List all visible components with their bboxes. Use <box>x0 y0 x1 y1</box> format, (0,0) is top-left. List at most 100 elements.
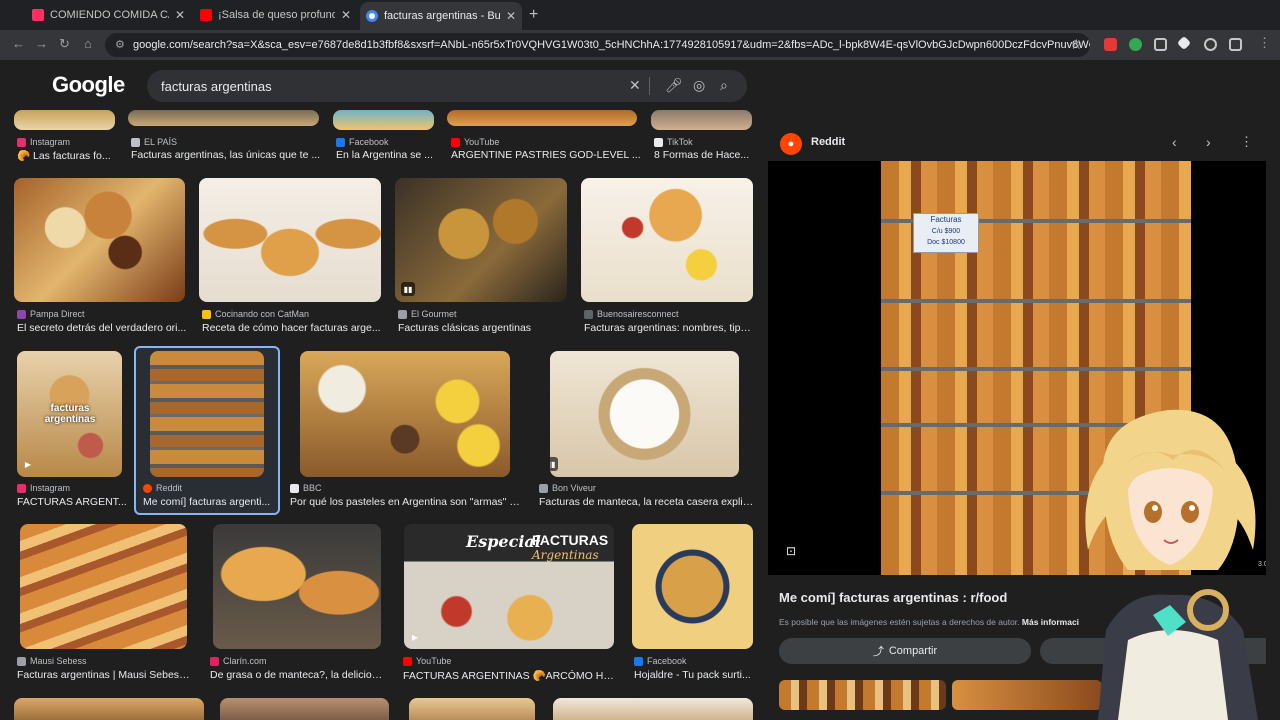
result-image[interactable] <box>651 110 752 130</box>
divider <box>649 77 650 95</box>
result-title[interactable]: Facturas de manteca, la receta casera ex… <box>539 496 754 508</box>
result-image[interactable]: facturas argentinas ▶ <box>17 351 122 477</box>
result-source: YouTube <box>403 656 618 666</box>
result-image[interactable] <box>447 110 637 126</box>
shield-icon[interactable] <box>1129 38 1142 51</box>
home-icon[interactable]: ⌂ <box>84 36 92 51</box>
result-image[interactable] <box>213 524 381 649</box>
result-image[interactable]: ▮▮ <box>395 178 567 302</box>
browser-toolbar: ← → ↻ ⌂ ⚙ google.com/search?sa=X&sca_esv… <box>0 30 1280 60</box>
result-image[interactable] <box>333 110 434 130</box>
result-title[interactable]: Facturas argentinas, las únicas que te .… <box>131 149 321 161</box>
result-image[interactable] <box>20 524 187 649</box>
more-icon[interactable]: ⋮ <box>1258 35 1271 51</box>
google-logo[interactable]: Google <box>52 72 125 98</box>
facebook-icon <box>336 137 345 147</box>
forward-icon[interactable]: → <box>35 36 48 51</box>
back-icon[interactable]: ← <box>12 36 25 51</box>
result-image[interactable]: Especial FACTURAS Argentinas ▶ <box>404 524 614 649</box>
extension-icon[interactable] <box>1176 35 1192 51</box>
share-button[interactable]: ⤴ Compartir <box>779 638 1031 664</box>
result-source: TikTok <box>654 137 754 147</box>
result-image[interactable] <box>632 524 753 649</box>
reload-icon[interactable]: ↻ <box>59 36 70 52</box>
result-title[interactable]: 🥐 Las facturas fo... <box>17 149 117 162</box>
result-source: Facebook <box>634 656 754 666</box>
result-image[interactable] <box>128 110 319 126</box>
source-favicon <box>398 309 407 319</box>
result-source: YouTube <box>451 137 641 147</box>
lens-icon[interactable]: ◎ <box>693 77 705 94</box>
panel-header: ● Reddit ‹ › ⋮ <box>768 120 1280 164</box>
result-source: Facebook <box>336 137 436 147</box>
result-image[interactable] <box>553 698 753 720</box>
page-scrollbar[interactable] <box>1266 60 1280 720</box>
result-image[interactable] <box>220 698 389 720</box>
tab-label: facturas argentinas - Buscar con <box>384 10 500 22</box>
result-image[interactable] <box>14 698 204 720</box>
result-image[interactable] <box>14 110 115 130</box>
source-label: El Gourmet <box>411 309 457 319</box>
microphone-icon[interactable]: 🎤︎ <box>665 77 683 94</box>
browser-tab[interactable]: ¡Salsa de queso profunda casera ✕ <box>194 4 357 26</box>
result-title[interactable]: FACTURAS ARGENT... <box>17 496 127 508</box>
result-title[interactable]: Hojaldre - Tu pack surti... <box>634 669 754 681</box>
result-title[interactable]: De grasa o de manteca?, la delicios... <box>210 669 385 681</box>
source-label: YouTube <box>416 656 452 666</box>
source-label: Buenosairesconnect <box>597 309 679 319</box>
browser-tab-active[interactable]: facturas argentinas - Buscar con ✕ <box>360 2 522 30</box>
result-title[interactable]: Me comí] facturas argenti... <box>143 496 273 508</box>
result-image[interactable] <box>409 698 535 720</box>
result-title[interactable]: En la Argentina se ... <box>336 149 436 161</box>
lens-icon[interactable]: ⊡ <box>786 544 796 558</box>
close-icon[interactable]: ✕ <box>506 9 516 23</box>
result-title[interactable]: Facturas argentinas: nombres, tipo... <box>584 322 754 334</box>
result-title[interactable]: ARGENTINE PASTRIES GOD-LEVEL ... <box>451 149 641 161</box>
source-label: Instagram <box>30 483 71 493</box>
result-title[interactable]: Facturas argentinas | Mausi Sebess ... <box>17 669 192 681</box>
bookmark-star-icon[interactable]: ☆ <box>1070 36 1083 53</box>
new-tab-icon[interactable]: + <box>529 6 538 24</box>
close-icon[interactable]: ✕ <box>175 8 185 22</box>
extension-icon[interactable] <box>1104 38 1117 51</box>
site-info-icon[interactable]: ⚙ <box>115 38 125 51</box>
panel-title[interactable]: Me comí] facturas argentinas : r/food <box>779 590 1007 605</box>
close-icon[interactable]: ✕ <box>341 8 351 22</box>
result-title[interactable]: Receta de cómo hacer facturas arge... <box>202 322 382 334</box>
search-input[interactable]: facturas argentinas ✕ 🎤︎ ◎ ⌕ <box>147 70 747 102</box>
tab-favicon <box>32 9 44 21</box>
more-icon[interactable]: ⋮ <box>1240 134 1253 150</box>
google-icon <box>366 10 378 22</box>
result-title[interactable]: FACTURAS ARGENTINAS 🥐ARCÓMO HAC... <box>403 669 618 682</box>
clear-icon[interactable]: ✕ <box>629 77 641 94</box>
browser-tab[interactable]: COMIENDO COMIDA CALLEJE ✕ <box>26 4 191 26</box>
result-title[interactable]: Facturas clásicas argentinas <box>398 322 568 334</box>
result-image[interactable] <box>150 351 264 477</box>
result-image[interactable] <box>14 178 185 302</box>
result-title[interactable]: 8 Formas de Hace... <box>654 149 754 161</box>
tab-label: ¡Salsa de queso profunda casera <box>218 9 335 21</box>
result-source: Buenosairesconnect <box>584 309 754 319</box>
result-title[interactable]: El secreto detrás del verdadero ori... <box>17 322 187 334</box>
result-image[interactable] <box>581 178 753 302</box>
result-image[interactable] <box>300 351 510 477</box>
address-bar[interactable]: ⚙ google.com/search?sa=X&sca_esv=e7687de… <box>105 33 1090 57</box>
puzzle-icon[interactable] <box>1229 38 1242 51</box>
search-icon[interactable]: ⌕ <box>720 77 728 94</box>
next-icon[interactable]: › <box>1206 134 1211 150</box>
previous-icon[interactable]: ‹ <box>1172 134 1177 150</box>
search-query: facturas argentinas <box>161 78 272 94</box>
source-favicon <box>539 483 548 493</box>
extension-icon[interactable] <box>1154 38 1167 51</box>
extension-icon[interactable] <box>1204 38 1217 51</box>
related-image[interactable] <box>779 680 946 710</box>
result-source: Clarín.com <box>210 656 385 666</box>
result-source: BBC <box>290 483 520 493</box>
panel-source[interactable]: Reddit <box>811 136 845 148</box>
image-results-grid: Instagram 🥐 Las facturas fo... EL PAÍS F… <box>0 110 768 720</box>
result-title[interactable]: Por qué los pasteles en Argentina son "a… <box>290 496 520 508</box>
result-image[interactable]: ▮▮ <box>550 351 739 477</box>
source-label: Facebook <box>647 656 687 666</box>
copyright-notice: Es posible que las imágenes estén sujeta… <box>779 617 1079 627</box>
result-image[interactable] <box>199 178 381 302</box>
